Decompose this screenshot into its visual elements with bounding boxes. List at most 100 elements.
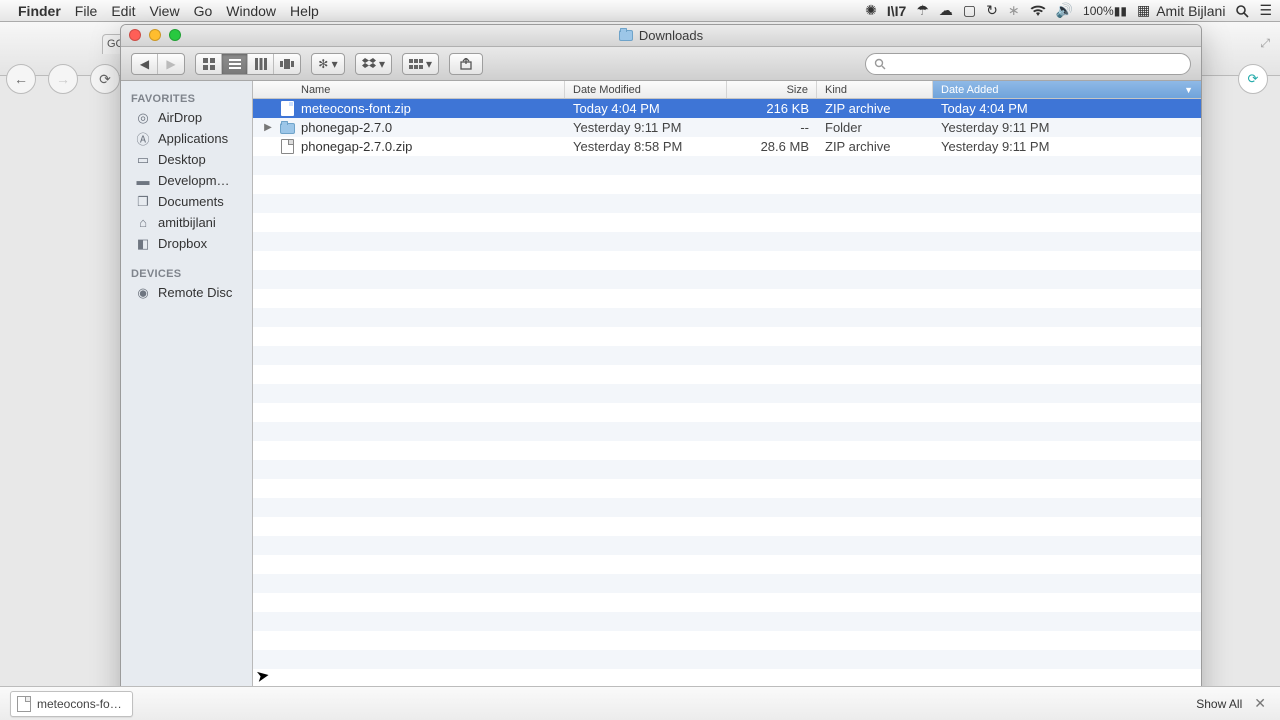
- desktop-icon: ▭: [135, 153, 151, 167]
- sidebar-item-remote-disc[interactable]: ◉Remote Disc: [121, 282, 252, 303]
- file-rows[interactable]: ▶meteocons-font.zipToday 4:04 PM216 KBZI…: [253, 99, 1201, 695]
- file-size: 216 KB: [727, 101, 817, 116]
- table-row[interactable]: ▶meteocons-font.zipToday 4:04 PM216 KBZI…: [253, 99, 1201, 118]
- column-added[interactable]: Date Added▼: [933, 81, 1201, 98]
- file-list: Name Date Modified Size Kind Date Added▼…: [253, 81, 1201, 715]
- folder-icon: [619, 30, 633, 41]
- browser-forward-button[interactable]: →: [48, 64, 78, 94]
- close-download-bar-button[interactable]: ✕: [1250, 695, 1270, 712]
- status-cloud-icon[interactable]: ☁: [939, 2, 953, 19]
- sidebar-item-home[interactable]: ⌂amitbijlani: [121, 212, 252, 233]
- file-size: --: [727, 120, 817, 135]
- home-icon: ⌂: [135, 216, 151, 230]
- file-added: Yesterday 9:11 PM: [933, 139, 1201, 154]
- search-input[interactable]: [890, 57, 1182, 71]
- window-title-text: Downloads: [639, 28, 703, 43]
- download-filename: meteocons-fo…: [37, 697, 122, 711]
- arrange-menu-button[interactable]: ▾: [402, 53, 439, 75]
- icon-view-button[interactable]: [196, 54, 222, 74]
- minimize-window-button[interactable]: [149, 29, 161, 41]
- notification-center-icon[interactable]: ☰: [1259, 2, 1272, 19]
- window-controls: [129, 29, 181, 41]
- status-airplay-icon[interactable]: ▢: [963, 2, 976, 19]
- file-icon: [17, 696, 31, 712]
- menu-view[interactable]: View: [149, 3, 179, 19]
- coverflow-view-button[interactable]: [274, 54, 300, 74]
- status-bluetooth-icon[interactable]: ∗: [1008, 2, 1020, 19]
- table-row[interactable]: ▶phonegap-2.7.0.zipYesterday 8:58 PM28.6…: [253, 137, 1201, 156]
- status-calendar-icon[interactable]: ▦: [1137, 2, 1150, 19]
- column-kind[interactable]: Kind: [817, 81, 933, 98]
- share-button[interactable]: [449, 53, 483, 75]
- column-headers: Name Date Modified Size Kind Date Added▼: [253, 81, 1201, 99]
- file-size: 28.6 MB: [727, 139, 817, 154]
- column-size[interactable]: Size: [727, 81, 817, 98]
- action-menu-button[interactable]: ✻ ▾: [311, 53, 345, 75]
- file-modified: Today 4:04 PM: [565, 101, 727, 116]
- search-field[interactable]: [865, 53, 1191, 75]
- sort-descending-icon: ▼: [1184, 85, 1193, 95]
- toolbar: ◀ ▶ ✻ ▾ ▾ ▾: [121, 47, 1201, 81]
- status-umbrella-icon[interactable]: ☂: [916, 2, 929, 19]
- menu-edit[interactable]: Edit: [111, 3, 135, 19]
- titlebar[interactable]: Downloads: [121, 25, 1201, 47]
- file-modified: Yesterday 9:11 PM: [565, 120, 727, 135]
- sidebar-item-applications[interactable]: ⒶApplications: [121, 128, 252, 149]
- folder-icon: [279, 120, 295, 136]
- show-all-downloads-link[interactable]: Show All: [1196, 697, 1242, 711]
- file-added: Yesterday 9:11 PM: [933, 120, 1201, 135]
- back-button[interactable]: ◀: [132, 54, 158, 74]
- list-view-button[interactable]: [222, 54, 248, 74]
- app-menu[interactable]: Finder: [18, 3, 61, 19]
- menu-help[interactable]: Help: [290, 3, 319, 19]
- close-window-button[interactable]: [129, 29, 141, 41]
- status-brightness-icon[interactable]: ✺: [865, 2, 877, 19]
- search-icon: [874, 58, 886, 70]
- zip-file-icon: [279, 101, 295, 117]
- dropbox-menu-button[interactable]: ▾: [355, 53, 392, 75]
- sidebar: FAVORITES ◎AirDrop ⒶApplications ▭Deskto…: [121, 81, 253, 715]
- column-modified[interactable]: Date Modified: [565, 81, 727, 98]
- status-volume-icon[interactable]: 🔊: [1056, 2, 1073, 19]
- status-wifi-icon[interactable]: [1030, 5, 1046, 17]
- menu-window[interactable]: Window: [226, 3, 276, 19]
- sidebar-item-dropbox[interactable]: ◧Dropbox: [121, 233, 252, 254]
- zip-file-icon: [279, 139, 295, 155]
- column-view-button[interactable]: [248, 54, 274, 74]
- sidebar-devices-header: DEVICES: [121, 264, 252, 282]
- table-row[interactable]: ▶phonegap-2.7.0Yesterday 9:11 PM--Folder…: [253, 118, 1201, 137]
- folder-icon: ▬: [135, 174, 151, 188]
- forward-button[interactable]: ▶: [158, 54, 184, 74]
- file-name: phonegap-2.7.0: [301, 120, 392, 135]
- status-user[interactable]: Amit Bijlani: [1156, 3, 1225, 19]
- status-battery[interactable]: 100% ▮▮: [1083, 4, 1127, 18]
- menu-go[interactable]: Go: [194, 3, 213, 19]
- spotlight-icon[interactable]: [1235, 4, 1249, 18]
- browser-reload-button[interactable]: ⟳: [90, 64, 120, 94]
- sidebar-item-documents[interactable]: ❐Documents: [121, 191, 252, 212]
- status-adobe-icon[interactable]: I\I 7: [887, 3, 906, 19]
- download-chip[interactable]: meteocons-fo…: [10, 691, 133, 717]
- applications-icon: Ⓐ: [135, 132, 151, 146]
- dropbox-icon: ◧: [135, 237, 151, 251]
- browser-extension-icon[interactable]: ⟳: [1238, 64, 1268, 94]
- background-expand-icon[interactable]: ⤢: [1260, 36, 1270, 51]
- column-name[interactable]: Name: [253, 81, 565, 98]
- menubar: Finder File Edit View Go Window Help ✺ I…: [0, 0, 1280, 22]
- sidebar-item-development[interactable]: ▬Developm…: [121, 170, 252, 191]
- sidebar-item-airdrop[interactable]: ◎AirDrop: [121, 107, 252, 128]
- file-kind: Folder: [817, 120, 933, 135]
- finder-window: Downloads ◀ ▶ ✻ ▾ ▾ ▾: [120, 24, 1202, 716]
- sidebar-item-desktop[interactable]: ▭Desktop: [121, 149, 252, 170]
- file-modified: Yesterday 8:58 PM: [565, 139, 727, 154]
- menu-file[interactable]: File: [75, 3, 98, 19]
- file-name: phonegap-2.7.0.zip: [301, 139, 412, 154]
- status-timemachine-icon[interactable]: ↻: [986, 2, 998, 19]
- browser-back-button[interactable]: ←: [6, 64, 36, 94]
- browser-download-bar: meteocons-fo… Show All ✕: [0, 686, 1280, 720]
- disclosure-triangle-icon[interactable]: ▶: [263, 122, 273, 133]
- view-mode-buttons: [195, 53, 301, 75]
- zoom-window-button[interactable]: [169, 29, 181, 41]
- file-kind: ZIP archive: [817, 139, 933, 154]
- disc-icon: ◉: [135, 286, 151, 300]
